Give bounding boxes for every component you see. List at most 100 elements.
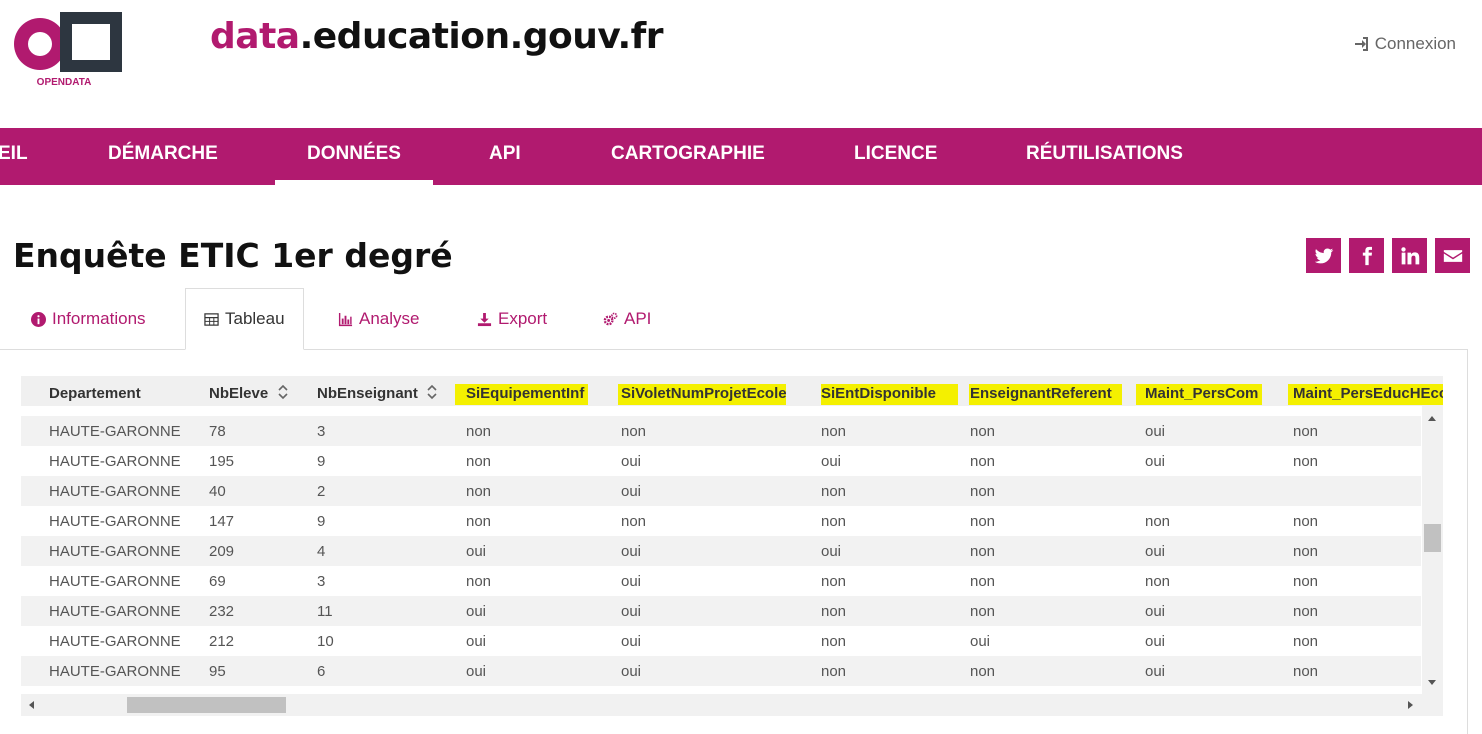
table-cell: non [821, 573, 847, 590]
column-header-nbeleve[interactable]: NbEleve [209, 376, 268, 406]
sign-in-icon [1354, 37, 1368, 51]
table-cell: 11 [317, 603, 333, 620]
table-cell: 3 [317, 423, 326, 440]
table-icon [204, 312, 219, 326]
table-row[interactable]: HAUTE-GARONNE 232 11 oui oui non non oui non [21, 596, 1421, 626]
bar-chart-icon [338, 312, 353, 326]
table-cell: HAUTE-GARONNE [49, 453, 181, 470]
table-cell: 9 [317, 513, 326, 530]
tab-informations[interactable]: Informations [31, 288, 146, 350]
nav-item-cartographie[interactable]: CARTOGRAPHIE [611, 128, 765, 185]
nav-item-donnees[interactable]: DONNÉES [275, 128, 433, 185]
horizontal-scroll-thumb[interactable] [127, 697, 286, 713]
tab-tableau-label: Tableau [225, 309, 285, 328]
table-row[interactable]: HAUTE-GARONNE 40 2 non oui non non [21, 476, 1421, 506]
table-cell: 2 [317, 483, 326, 500]
table-cell: non [1145, 573, 1171, 590]
scroll-right-arrow[interactable] [1408, 701, 1413, 709]
nav-item-accueil[interactable]: EIL [0, 128, 28, 185]
login-link[interactable]: Connexion [1354, 34, 1456, 54]
nav-item-api[interactable]: API [489, 128, 521, 185]
table-cell: oui [621, 633, 642, 650]
tab-api[interactable]: API [603, 288, 651, 350]
table-cell: non [1293, 603, 1319, 620]
vertical-scroll-thumb[interactable] [1424, 524, 1441, 552]
column-header-maint-perscom[interactable]: Maint_PersCom [1145, 376, 1258, 406]
table-cell: non [1145, 513, 1171, 530]
table-cell: non [621, 423, 647, 440]
table-row[interactable]: HAUTE-GARONNE 69 3 non oui non non non non [21, 566, 1421, 596]
download-icon [477, 312, 492, 326]
tab-tableau[interactable]: Tableau [185, 288, 304, 350]
share-email-button[interactable] [1435, 238, 1470, 273]
nav-item-reutilisations[interactable]: RÉUTILISATIONS [1026, 128, 1183, 185]
table-cell: oui [970, 633, 991, 650]
data-table: Departement NbEleve NbEnseignant SiEquip… [21, 376, 1443, 716]
share-linkedin-button[interactable] [1392, 238, 1427, 273]
table-cell: 147 [209, 513, 235, 530]
table-cell: non [970, 603, 996, 620]
share-facebook-button[interactable] [1349, 238, 1384, 273]
table-cell: HAUTE-GARONNE [49, 603, 181, 620]
table-cell: oui [1145, 453, 1166, 470]
table-cell: non [1293, 406, 1318, 416]
table-cell: oui [1145, 633, 1166, 650]
table-cell: oui [466, 543, 487, 560]
table-row[interactable]: HAUTE-GARONNE 209 4 oui oui oui non oui non [21, 536, 1421, 566]
table-cell: non [1293, 453, 1319, 470]
tab-export[interactable]: Export [477, 288, 547, 350]
table-row[interactable]: HAUTE-GARONNE 308 12 non oui non oui oui non [21, 406, 1421, 416]
table-cell: non [970, 453, 996, 470]
scroll-up-arrow[interactable] [1428, 416, 1436, 421]
email-icon [1443, 249, 1462, 262]
table-cell: oui [621, 663, 642, 680]
opendata-logo[interactable]: OPENDATA [6, 8, 126, 88]
table-row[interactable]: HAUTE-GARONNE 95 6 oui oui non non oui non [21, 656, 1421, 686]
table-row[interactable]: HAUTE-GARONNE 212 10 oui oui non oui oui non [21, 626, 1421, 656]
table-cell: non [466, 573, 492, 590]
table-cell: non [970, 483, 996, 500]
table-cell: 9 [317, 453, 326, 470]
table-cell: 308 [209, 406, 234, 416]
table-cell: non [466, 483, 492, 500]
table-cell: 6 [317, 663, 326, 680]
tab-analyse[interactable]: Analyse [338, 288, 419, 350]
table-cell: oui [466, 633, 487, 650]
table-row[interactable]: HAUTE-GARONNE 195 9 non oui oui non oui non [21, 446, 1421, 476]
column-header-sivoletnumprojetecole[interactable]: SiVoletNumProjetEcole [621, 376, 787, 406]
column-header-maint-perseduchecol[interactable]: Maint_PersEducHEcol [1293, 376, 1443, 406]
table-cell: non [970, 423, 996, 440]
table-row[interactable]: HAUTE-GARONNE 147 9 non non non non non non [21, 506, 1421, 536]
sort-icon[interactable] [426, 384, 438, 400]
table-cell: 232 [209, 603, 235, 620]
table-row[interactable]: HAUTE-GARONNE 78 3 non non non non oui non [21, 416, 1421, 446]
column-header-enseignantreferent[interactable]: EnseignantReferent [970, 376, 1112, 406]
table-cell: non [821, 513, 847, 530]
table-cell: non [1293, 423, 1319, 440]
nav-item-licence[interactable]: LICENCE [854, 128, 937, 185]
login-label: Connexion [1374, 34, 1456, 53]
table-cell: HAUTE-GARONNE [49, 513, 181, 530]
scroll-down-arrow[interactable] [1428, 680, 1436, 685]
table-cell: 3 [317, 573, 326, 590]
scrollbar-corner [1422, 694, 1443, 716]
main-nav: EIL DÉMARCHE DONNÉES API CARTOGRAPHIE LI… [0, 128, 1482, 185]
column-header-departement[interactable]: Departement [49, 376, 141, 406]
site-title[interactable]: data.education.gouv.fr [210, 16, 664, 57]
scroll-left-arrow[interactable] [29, 701, 34, 709]
nav-item-demarche[interactable]: DÉMARCHE [108, 128, 218, 185]
table-cell: non [621, 513, 647, 530]
vertical-scrollbar[interactable] [1422, 406, 1443, 694]
sort-icon[interactable] [277, 384, 289, 400]
column-header-siequipementinf[interactable]: SiEquipementInf [466, 376, 584, 406]
table-body: HAUTE-GARONNE30812nonouinonouiouinon HAUT… [21, 406, 1421, 694]
table-cell: oui [621, 603, 642, 620]
column-header-nbenseignant[interactable]: NbEnseignant [317, 376, 418, 406]
table-cell: non [1293, 543, 1319, 560]
share-twitter-button[interactable] [1306, 238, 1341, 273]
info-icon [31, 311, 46, 327]
horizontal-scrollbar[interactable] [21, 694, 1422, 716]
table-cell: non [970, 513, 996, 530]
table-cell: non [970, 573, 996, 590]
column-header-sientdisponible[interactable]: SiEntDisponible [821, 376, 936, 406]
